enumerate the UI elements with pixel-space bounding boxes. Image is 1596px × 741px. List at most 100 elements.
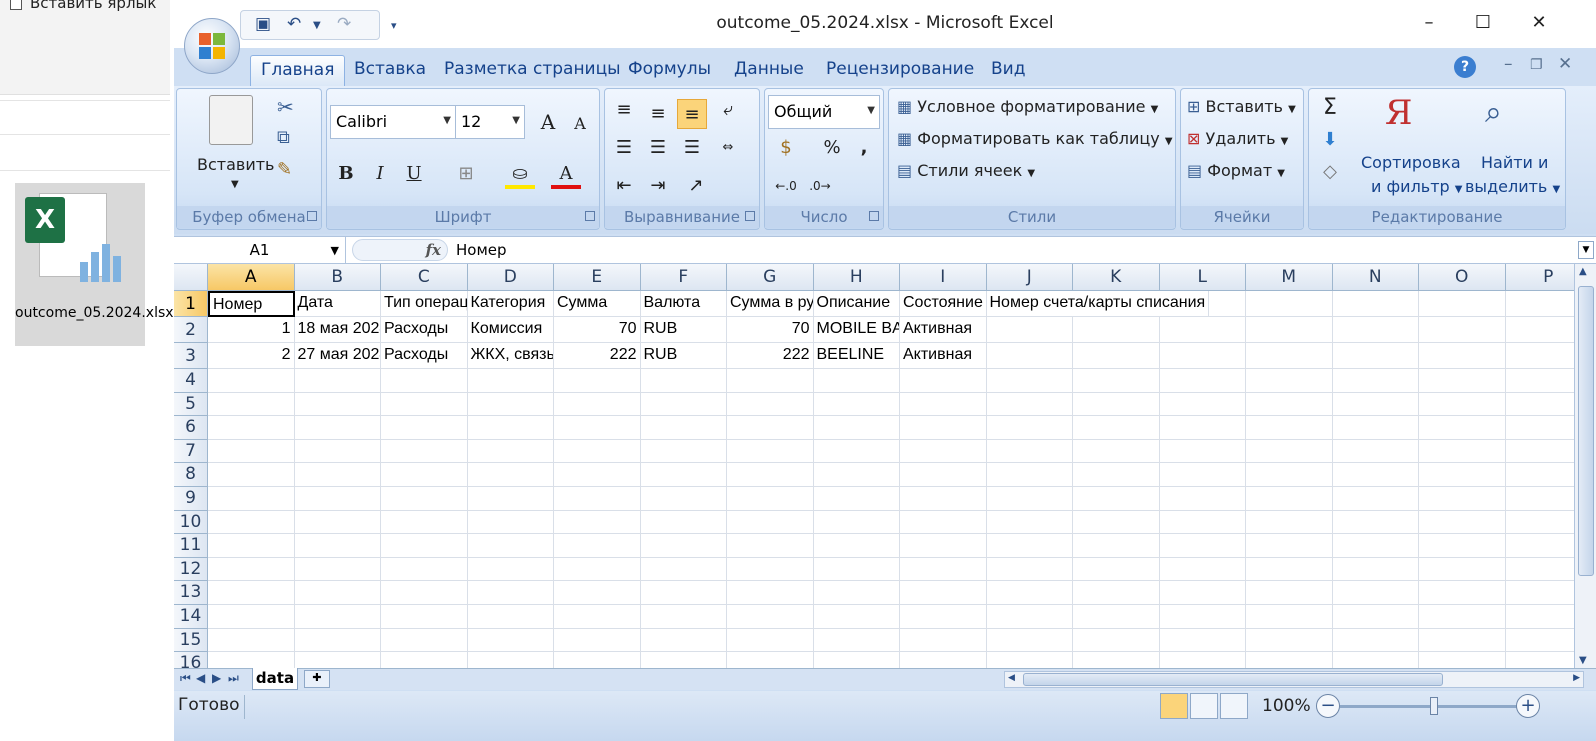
cell[interactable]: 70 <box>727 317 814 343</box>
cell[interactable] <box>294 628 381 653</box>
cell[interactable] <box>294 369 381 393</box>
cell[interactable] <box>1419 605 1506 629</box>
save-icon[interactable]: ▣ <box>255 14 271 34</box>
cell[interactable] <box>640 534 727 558</box>
cell[interactable] <box>1419 317 1506 343</box>
row-header[interactable]: 11 <box>174 534 208 558</box>
dialog-launcher-icon[interactable] <box>307 211 317 221</box>
cell[interactable] <box>727 605 814 629</box>
active-cell[interactable]: Номер <box>208 291 295 317</box>
prev-sheet-icon[interactable]: ◀ <box>196 671 205 685</box>
column-header[interactable]: B <box>294 264 381 291</box>
cell[interactable] <box>1419 652 1506 668</box>
cell[interactable] <box>1246 463 1333 487</box>
vertical-scrollbar[interactable]: ▲ ▼ <box>1574 264 1596 668</box>
comma-style-button[interactable]: , <box>849 133 879 163</box>
cell[interactable] <box>381 392 468 417</box>
autosum-icon[interactable]: Σ <box>1315 93 1345 123</box>
cell[interactable] <box>1505 629 1574 653</box>
cell[interactable] <box>986 605 1073 629</box>
row-header[interactable]: 15 <box>174 628 208 653</box>
cell[interactable]: Активная <box>900 343 987 369</box>
cell[interactable] <box>900 605 987 629</box>
column-header[interactable]: P <box>1505 264 1574 291</box>
paste-button[interactable]: Вставить <box>197 155 274 174</box>
cell[interactable] <box>900 510 987 535</box>
cell[interactable] <box>1332 317 1419 343</box>
horizontal-scroll-thumb[interactable] <box>1023 673 1443 686</box>
cell[interactable] <box>1505 317 1574 343</box>
find-select-icon[interactable]: ⌕ <box>1485 95 1502 130</box>
cell[interactable] <box>1246 439 1333 464</box>
cell[interactable] <box>381 463 468 487</box>
scroll-up-icon[interactable]: ▲ <box>1579 266 1587 277</box>
cell[interactable] <box>813 416 900 440</box>
cell[interactable]: 27 мая 2024 <box>294 343 381 369</box>
cell[interactable] <box>1332 628 1419 653</box>
find-select-button-line2[interactable]: выделить ▼ <box>1465 177 1560 196</box>
row-header[interactable]: 7 <box>174 439 208 464</box>
column-header[interactable]: J <box>986 264 1073 291</box>
percent-button[interactable]: % <box>817 133 847 163</box>
cell[interactable] <box>208 652 295 668</box>
column-header[interactable]: F <box>640 264 727 291</box>
cell[interactable] <box>554 439 641 464</box>
cell[interactable] <box>986 581 1073 605</box>
cell[interactable] <box>640 487 727 511</box>
cell[interactable] <box>1505 291 1574 317</box>
cell[interactable] <box>554 416 641 440</box>
cell[interactable] <box>1419 487 1506 511</box>
cell[interactable] <box>813 581 900 605</box>
font-color-icon[interactable]: A <box>551 159 581 189</box>
row-header[interactable]: 6 <box>174 416 208 440</box>
cell[interactable] <box>208 487 295 511</box>
cell[interactable] <box>1159 510 1246 535</box>
cell[interactable] <box>554 605 641 629</box>
cell[interactable] <box>1332 369 1419 393</box>
cell[interactable] <box>1159 317 1246 343</box>
desktop-file-icon[interactable]: X outcome_05.2024.xlsx <box>15 183 174 346</box>
cell[interactable]: Валюта <box>640 291 727 317</box>
cell[interactable] <box>554 487 641 511</box>
cell[interactable] <box>640 439 727 464</box>
cell[interactable] <box>294 487 381 511</box>
column-header[interactable]: C <box>381 264 468 291</box>
cell[interactable] <box>986 317 1073 343</box>
tab-insert[interactable]: Вставка <box>344 55 436 86</box>
cell[interactable] <box>1505 369 1574 393</box>
column-header[interactable]: I <box>900 264 987 291</box>
underline-button[interactable]: U <box>399 159 429 189</box>
first-sheet-icon[interactable]: ⏮ <box>180 671 191 686</box>
row-header[interactable]: 13 <box>174 581 208 605</box>
cell[interactable] <box>1246 416 1333 440</box>
cell[interactable] <box>1332 439 1419 464</box>
cell[interactable] <box>1246 534 1333 558</box>
cell[interactable] <box>1505 605 1574 629</box>
undo-dropdown-icon[interactable]: ▼ <box>313 20 321 31</box>
cell[interactable] <box>1505 558 1574 582</box>
sort-filter-button[interactable]: Сортировка <box>1361 153 1461 172</box>
cell[interactable] <box>381 605 468 629</box>
cell[interactable] <box>1505 487 1574 511</box>
cell[interactable] <box>1073 534 1160 558</box>
cell[interactable] <box>1246 487 1333 511</box>
page-break-view-icon[interactable] <box>1220 693 1248 719</box>
cell[interactable] <box>986 463 1073 487</box>
sort-filter-button-line2[interactable]: и фильтр ▼ <box>1371 177 1463 196</box>
cell[interactable] <box>1073 581 1160 605</box>
fill-icon[interactable]: ⬇ <box>1315 125 1345 155</box>
borders-icon[interactable]: ⊞ <box>451 159 481 189</box>
close-button[interactable]: ✕ <box>1524 8 1554 38</box>
cell[interactable] <box>1419 343 1506 369</box>
row-header[interactable]: 12 <box>174 557 208 582</box>
cell[interactable]: 2 <box>208 343 295 369</box>
cell[interactable] <box>1159 343 1246 369</box>
cell[interactable]: Сумма <box>554 291 641 317</box>
cell[interactable] <box>1332 463 1419 487</box>
cell[interactable] <box>1505 393 1574 417</box>
row-header[interactable]: 10 <box>174 510 208 535</box>
expand-formula-bar-icon[interactable]: ▼ <box>1578 241 1594 259</box>
cell[interactable] <box>294 392 381 417</box>
cell[interactable] <box>1332 392 1419 417</box>
cell[interactable] <box>1332 487 1419 511</box>
